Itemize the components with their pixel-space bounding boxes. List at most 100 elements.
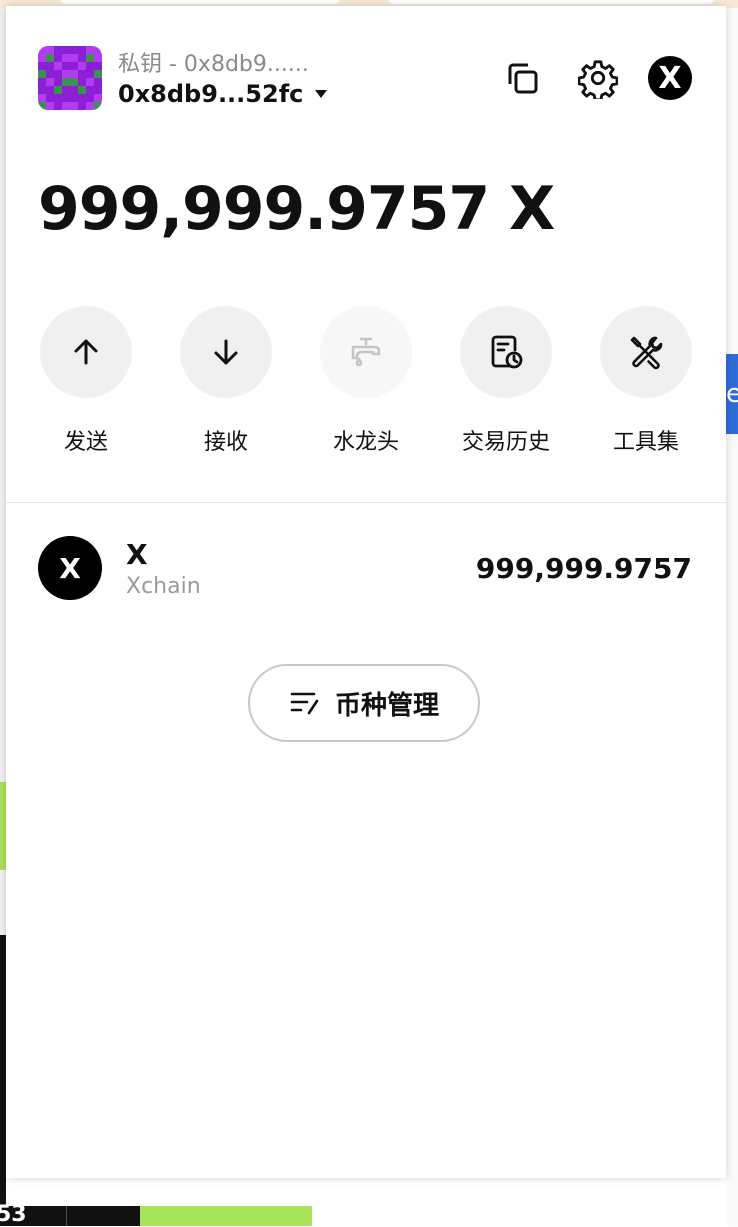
avatar-pixel [46, 70, 54, 78]
avatar-pixel [46, 46, 54, 54]
token-chain: Xchain [126, 574, 201, 599]
faucet-button[interactable]: 水龙头 [296, 306, 436, 466]
avatar-pixel [54, 54, 62, 62]
avatar-pixel [94, 46, 102, 54]
faucet-label: 水龙头 [332, 430, 399, 455]
token-amount: 999,999.9757 [475, 552, 692, 585]
account-selector[interactable]: 0x8db9...52fc [118, 80, 328, 108]
send-label: 发送 [63, 430, 108, 455]
avatar-pixel [86, 94, 94, 102]
token-symbol: X [126, 538, 148, 571]
avatar-pixel [54, 46, 62, 54]
edit-list-icon [290, 692, 319, 715]
faucet-icon [351, 337, 381, 367]
avatar-pixel [86, 46, 94, 54]
avatar-pixel [46, 94, 54, 102]
wallet-popup: 私钥 - 0x8db9...... 0x8db9...52fc X 999,99… [6, 6, 726, 1178]
account-avatar[interactable] [38, 46, 102, 110]
gear-icon[interactable] [578, 58, 618, 99]
avatar-pixel [70, 62, 78, 70]
avatar-pixel [78, 70, 86, 78]
x-token-icon: X [38, 536, 102, 600]
avatar-pixel [62, 54, 70, 62]
tools-icon [630, 336, 663, 370]
history-label: 交易历史 [461, 430, 550, 455]
avatar-pixel [70, 86, 78, 94]
avatar-pixel [38, 94, 46, 102]
avatar-pixel [94, 62, 102, 70]
avatar-pixel [38, 62, 46, 70]
avatar-pixel [46, 102, 54, 110]
avatar-pixel [38, 46, 46, 54]
avatar-pixel [54, 70, 62, 78]
account-subtitle: 私钥 - 0x8db9...... [118, 52, 309, 77]
avatar-pixel [94, 70, 102, 78]
token-row[interactable]: X X Xchain 999,999.9757 [6, 526, 726, 610]
avatar-pixel [86, 102, 94, 110]
avatar-pixel [78, 54, 86, 62]
wallet-header: 私钥 - 0x8db9...... 0x8db9...52fc X [6, 6, 726, 136]
arrow-up-icon [74, 339, 98, 365]
manage-tokens-button[interactable]: 币种管理 [248, 664, 480, 742]
receive-button-circle [180, 306, 272, 398]
avatar-pixel [38, 86, 46, 94]
browser-tab [60, 0, 340, 4]
avatar-pixel [86, 78, 94, 86]
avatar-pixel [78, 62, 86, 70]
history-icon [491, 335, 523, 369]
avatar-pixel [94, 94, 102, 102]
avatar-pixel [70, 102, 78, 110]
send-button-circle [40, 306, 132, 398]
background-blue-button: e [726, 354, 738, 434]
arrow-down-icon [214, 339, 238, 365]
avatar-pixel [38, 70, 46, 78]
tools-button-circle [600, 306, 692, 398]
background-blue-button-text: e [726, 379, 738, 409]
tools-button[interactable]: 工具集 [576, 306, 716, 466]
avatar-pixel [94, 102, 102, 110]
x-logo-icon[interactable]: X [648, 56, 692, 100]
avatar-pixel [62, 70, 70, 78]
avatar-pixel [78, 78, 86, 86]
action-bar: 发送 接收 水龙头 交易历史 工具集 [6, 306, 726, 466]
avatar-pixel [78, 102, 86, 110]
avatar-pixel [70, 94, 78, 102]
avatar-pixel [62, 94, 70, 102]
caret-down-icon [315, 90, 328, 98]
send-button[interactable]: 发送 [16, 306, 156, 466]
avatar-pixel [46, 78, 54, 86]
receive-button[interactable]: 接收 [156, 306, 296, 466]
faucet-button-circle [320, 306, 412, 398]
background-bottom-text: 53 [0, 1202, 27, 1227]
avatar-pixel [86, 86, 94, 94]
avatar-pixel [94, 78, 102, 86]
browser-tab [388, 0, 714, 4]
avatar-pixel [62, 78, 70, 86]
avatar-pixel [70, 46, 78, 54]
avatar-pixel [38, 54, 46, 62]
avatar-pixel [46, 62, 54, 70]
avatar-pixel [78, 86, 86, 94]
avatar-pixel [46, 86, 54, 94]
copy-icon[interactable] [502, 58, 542, 98]
avatar-pixel [94, 86, 102, 94]
avatar-pixel [54, 94, 62, 102]
avatar-pixel [54, 78, 62, 86]
avatar-pixel [70, 78, 78, 86]
avatar-pixel [62, 62, 70, 70]
background-page-right [726, 8, 738, 1226]
avatar-pixel [94, 54, 102, 62]
avatar-pixel [62, 86, 70, 94]
receive-label: 接收 [203, 430, 248, 455]
avatar-pixel [38, 78, 46, 86]
section-divider [6, 502, 726, 503]
manage-tokens-label: 币种管理 [334, 690, 439, 721]
avatar-pixel [78, 94, 86, 102]
total-balance: 999,999.9757 X [38, 174, 555, 244]
tools-label: 工具集 [612, 430, 679, 455]
history-button[interactable]: 交易历史 [436, 306, 576, 466]
avatar-pixel [78, 46, 86, 54]
avatar-pixel [54, 86, 62, 94]
avatar-pixel [38, 102, 46, 110]
avatar-pixel [62, 46, 70, 54]
